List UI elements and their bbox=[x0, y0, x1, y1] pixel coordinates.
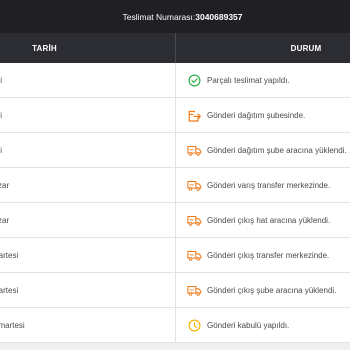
column-divider bbox=[175, 133, 176, 168]
table-row: zar Gönderi varış transfer merkezinde. bbox=[0, 168, 350, 203]
clock-circle-icon bbox=[187, 318, 202, 333]
row-status: Parçalı teslimat yapıldı. bbox=[207, 76, 290, 85]
column-header-date: TARİH bbox=[32, 43, 57, 53]
table-row: ali Gönderi dağıtım şube aracına yüklend… bbox=[0, 133, 350, 168]
column-divider bbox=[175, 98, 176, 133]
table-row: ali Parçalı teslimat yapıldı. bbox=[0, 63, 350, 98]
footer-band bbox=[0, 343, 350, 350]
truck-icon bbox=[187, 248, 202, 263]
row-date: umartesi bbox=[0, 321, 25, 330]
column-header-status: DURUM bbox=[290, 43, 322, 53]
delivery-number-value: 3040689357 bbox=[195, 11, 243, 22]
row-status: Gönderi çıkış hat aracına yüklendi. bbox=[207, 216, 331, 225]
column-divider bbox=[175, 308, 176, 343]
table-header: TARİH DURUM bbox=[0, 33, 350, 63]
row-status: Gönderi dağıtım şubesinde. bbox=[207, 111, 306, 120]
row-date: ali bbox=[0, 76, 3, 85]
row-date: martesi bbox=[0, 286, 19, 295]
check-circle-icon bbox=[187, 73, 202, 88]
row-date: zar bbox=[0, 181, 10, 190]
table-row: martesi Gönderi çıkış transfer merkezind… bbox=[0, 238, 350, 273]
delivery-number-bar: Teslimat Numarası: 3040689357 bbox=[0, 0, 350, 33]
truck-icon bbox=[187, 178, 202, 193]
column-divider bbox=[175, 238, 176, 273]
table-row: martesi Gönderi çıkış şube aracına yükle… bbox=[0, 273, 350, 308]
column-divider bbox=[175, 203, 176, 238]
table-row: zar Gönderi çıkış hat aracına yüklendi. bbox=[0, 203, 350, 238]
truck-icon bbox=[187, 213, 202, 228]
row-status: Gönderi varış transfer merkezinde. bbox=[207, 181, 331, 190]
table-row: umartesi Gönderi kabulü yapıldı. bbox=[0, 308, 350, 343]
truck-icon bbox=[187, 143, 202, 158]
table-row: ali Gönderi dağıtım şubesinde. bbox=[0, 98, 350, 133]
row-date: martesi bbox=[0, 251, 19, 260]
delivery-number-label: Teslimat Numarası: bbox=[122, 11, 196, 22]
row-date: zar bbox=[0, 216, 10, 225]
column-divider bbox=[175, 168, 176, 203]
row-date: ali bbox=[0, 146, 3, 155]
box-arrow-icon bbox=[187, 108, 202, 123]
column-divider bbox=[175, 63, 176, 98]
truck-icon bbox=[187, 283, 202, 298]
row-date: ali bbox=[0, 111, 3, 120]
row-status: Gönderi kabulü yapıldı. bbox=[207, 321, 290, 330]
column-divider bbox=[175, 273, 176, 308]
row-status: Gönderi çıkış şube aracına yüklendi. bbox=[207, 286, 337, 295]
row-status: Gönderi çıkış transfer merkezinde. bbox=[207, 251, 330, 260]
row-status: Gönderi dağıtım şube aracına yüklendi. bbox=[207, 146, 347, 155]
tracking-table-body: ali Parçalı teslimat yapıldı. ali Gönder… bbox=[0, 63, 350, 343]
